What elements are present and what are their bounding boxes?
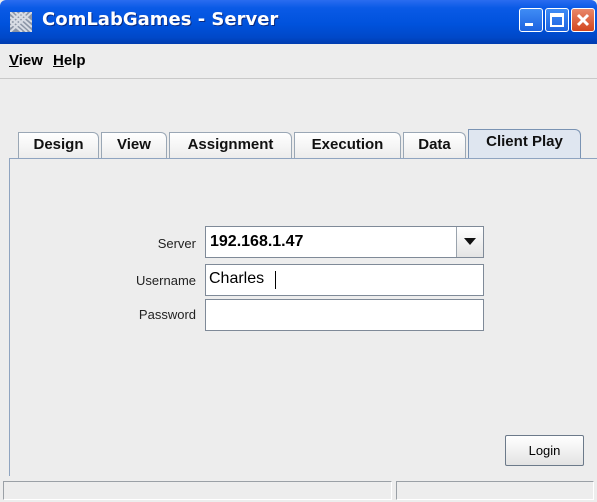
app-window: ComLabGames - Server View Help Design Vi… xyxy=(0,0,597,502)
tab-data[interactable]: Data xyxy=(403,132,466,158)
text-caret xyxy=(275,271,276,289)
tab-execution[interactable]: Execution xyxy=(294,132,401,158)
password-label: Password xyxy=(138,307,196,322)
password-field-box xyxy=(205,299,484,331)
server-value: 192.168.1.47 xyxy=(210,233,304,250)
status-cell-right xyxy=(396,481,594,500)
menu-view[interactable]: View xyxy=(9,52,43,69)
maximize-button[interactable] xyxy=(545,8,569,32)
title-bar[interactable]: ComLabGames - Server xyxy=(0,0,597,44)
tab-assignment[interactable]: Assignment xyxy=(169,132,292,158)
minimize-button[interactable] xyxy=(519,8,543,32)
username-label: Username xyxy=(136,273,196,288)
status-cell-left xyxy=(3,481,392,500)
close-button[interactable] xyxy=(571,8,595,32)
username-field-box xyxy=(205,264,484,296)
username-field[interactable] xyxy=(206,265,482,293)
window-title: ComLabGames - Server xyxy=(42,9,279,30)
status-bar xyxy=(0,478,597,502)
comlabgames-logo-icon xyxy=(9,11,33,33)
tab-design[interactable]: Design xyxy=(18,132,99,158)
menu-bar: View Help xyxy=(0,44,597,78)
login-button[interactable]: Login xyxy=(505,435,584,466)
server-combobox[interactable]: 192.168.1.47 xyxy=(205,226,484,258)
tab-view[interactable]: View xyxy=(101,132,167,158)
menu-help[interactable]: Help xyxy=(53,52,86,69)
menu-separator xyxy=(0,78,597,79)
password-field[interactable] xyxy=(206,300,482,328)
server-label: Server xyxy=(157,236,196,251)
server-dropdown-button[interactable] xyxy=(456,227,483,257)
tab-client-play[interactable]: Client Play xyxy=(468,129,581,159)
